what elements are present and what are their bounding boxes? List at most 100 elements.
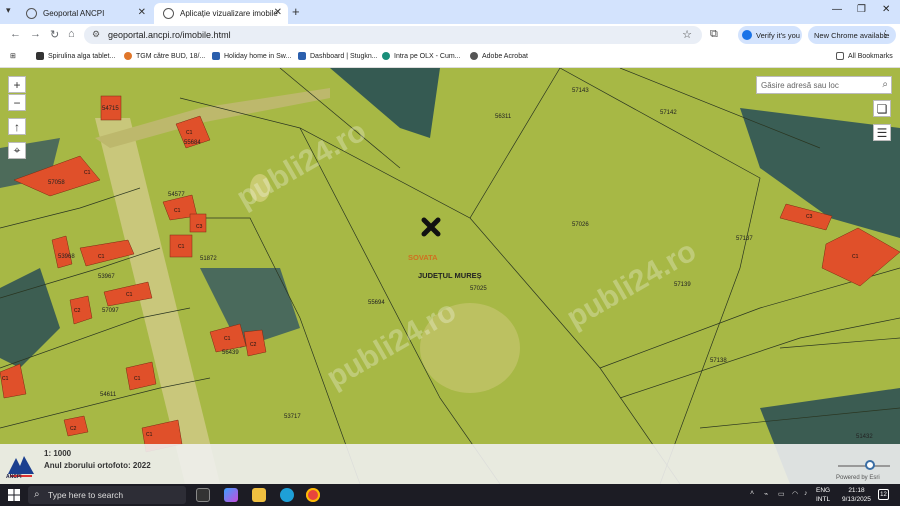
bare-field xyxy=(420,303,520,393)
address-bar[interactable]: ⚙ geoportal.ancpi.ro/imobile.html ☆ xyxy=(84,26,702,44)
windows-start-icon[interactable] xyxy=(8,489,20,501)
all-bookmarks-label: All Bookmarks xyxy=(848,52,893,60)
parcel-label: 57058 xyxy=(48,180,65,186)
parcel-label: 53968 xyxy=(58,254,75,260)
new-tab-button[interactable]: + xyxy=(292,4,300,19)
parcel-label: 56439 xyxy=(222,350,239,356)
notifications-icon[interactable]: 12 xyxy=(878,489,889,500)
tab-active[interactable]: Aplicație vizualizare imobile ✕ xyxy=(154,3,288,24)
close-icon[interactable]: ✕ xyxy=(274,7,282,18)
wifi-icon[interactable]: ◠ xyxy=(792,490,798,498)
tab-label: Geoportal ANCPI xyxy=(43,9,105,18)
url-text: geoportal.ancpi.ro/imobile.html xyxy=(108,30,231,40)
bookmark-label: Intra pe OLX - Cum... xyxy=(394,52,461,60)
building-label: C2 xyxy=(74,308,81,314)
home-icon[interactable]: ⌂ xyxy=(68,28,75,40)
bookmark-label: TGM către BUD, 18/... xyxy=(136,52,206,60)
parcel-label: 57138 xyxy=(710,358,727,364)
language-indicator[interactable]: ENG INTL xyxy=(816,486,830,504)
compass-button[interactable]: ↑ xyxy=(8,118,26,135)
slider-knob[interactable] xyxy=(865,460,875,470)
copilot-icon[interactable] xyxy=(224,488,238,502)
bookmark-star-icon[interactable]: ☆ xyxy=(682,28,692,41)
parcel-label: 51432 xyxy=(856,434,873,440)
verify-label: Verify it's you xyxy=(756,30,800,40)
parcel-label: 57142 xyxy=(660,110,677,116)
restore-icon[interactable]: ❐ xyxy=(857,4,866,15)
logo-label: ANCPI xyxy=(6,474,22,480)
tab-search-icon[interactable]: ▾ xyxy=(6,5,11,16)
parcel-label: 56311 xyxy=(495,114,512,120)
building-label: C1 xyxy=(186,130,193,136)
minimize-icon[interactable]: — xyxy=(832,4,842,15)
bookmark-item[interactable]: Spirulina alga tablet... xyxy=(36,52,115,60)
powered-by[interactable]: Powered by Esri xyxy=(836,475,880,481)
edge-icon[interactable] xyxy=(280,488,294,502)
zoom-in-button[interactable]: + xyxy=(8,76,26,93)
lang-code: ENG xyxy=(816,487,831,494)
cadastral-map[interactable]: C1 C1 C1 C3 C1 C1 C1 C2 C1 C2 C1 C1 C2 C… xyxy=(0,68,900,484)
county-label: JUDEȚUL MUREȘ xyxy=(418,271,482,280)
map-info-bar: ANCPI 1: 1000 Anul zborului ortofoto: 20… xyxy=(0,444,900,484)
new-chrome-button[interactable]: New Chrome available ⋮ xyxy=(808,26,896,44)
building-label: C3 xyxy=(196,224,203,230)
tray-chevron-icon[interactable]: ˄ xyxy=(750,490,754,497)
clock[interactable]: 21:18 9/13/2025 xyxy=(842,486,871,504)
layers-button[interactable]: ❏ xyxy=(873,100,891,117)
back-icon[interactable]: ← xyxy=(10,28,21,40)
legend-button[interactable]: ☰ xyxy=(873,124,891,141)
task-view-icon[interactable] xyxy=(196,488,210,502)
window-close-icon[interactable]: ✕ xyxy=(882,4,890,15)
close-icon[interactable]: ✕ xyxy=(138,7,146,18)
search-icon[interactable]: ⌕ xyxy=(882,79,888,90)
browser-chrome: ▾ Geoportal ANCPI ✕ Aplicație vizualizar… xyxy=(0,0,900,68)
volume-icon[interactable]: ♪ xyxy=(804,490,808,497)
verify-button[interactable]: Verify it's you xyxy=(738,26,802,44)
zoom-out-button[interactable]: − xyxy=(8,94,26,111)
map-view[interactable]: C1 C1 C1 C3 C1 C1 C1 C2 C1 C2 C1 C1 C2 C… xyxy=(0,68,900,484)
bookmarks-bar: ⊞ Spirulina alga tablet... TGM către BUD… xyxy=(0,46,900,68)
chrome-icon[interactable] xyxy=(306,488,320,502)
opacity-slider[interactable] xyxy=(838,465,890,467)
globe-icon xyxy=(26,8,37,19)
parcel-label: 53717 xyxy=(284,414,301,420)
globe-icon xyxy=(163,8,174,19)
search-icon: ⌕ xyxy=(34,489,40,500)
bookmark-item[interactable]: Adobe Acrobat xyxy=(470,52,528,60)
locality-label: SOVATA xyxy=(408,253,438,262)
taskbar-search[interactable]: ⌕ Type here to search xyxy=(28,486,186,504)
site-info-icon[interactable]: ⚙ xyxy=(92,29,100,40)
profile-icon xyxy=(742,30,752,40)
parcel-label: 51872 xyxy=(200,256,217,262)
menu-dots-icon: ⋮ xyxy=(881,29,890,39)
bookmark-item[interactable]: Dashboard | Stugkn... xyxy=(298,52,378,60)
file-explorer-icon[interactable] xyxy=(252,488,266,502)
battery-icon[interactable]: ▭ xyxy=(778,490,785,498)
ortho-year: Anul zborului ortofoto: 2022 xyxy=(44,461,151,470)
forward-icon[interactable]: → xyxy=(30,28,41,40)
bare-field xyxy=(250,174,270,202)
bookmark-item[interactable]: Holiday home in Sw... xyxy=(212,52,291,60)
parcel-label: 57143 xyxy=(572,88,589,94)
time: 21:18 xyxy=(848,487,865,494)
bookmark-item[interactable]: Intra pe OLX - Cum... xyxy=(382,52,461,60)
parcel-label: 55694 xyxy=(368,300,385,306)
bookmark-label: Dashboard | Stugkn... xyxy=(310,52,378,60)
extensions-icon[interactable]: ⧉ xyxy=(710,28,718,41)
apps-icon[interactable]: ⊞ xyxy=(10,52,16,60)
tab-geoportal[interactable]: Geoportal ANCPI ✕ xyxy=(17,3,152,24)
parcel-label: 57139 xyxy=(674,282,691,288)
bookmark-label: Holiday home in Sw... xyxy=(224,52,292,60)
address-search[interactable]: Găsire adresă sau loc ⌕ xyxy=(756,76,892,94)
parcel-label: 53967 xyxy=(98,274,115,280)
parcel-label: 54577 xyxy=(168,192,185,198)
reload-icon[interactable]: ↻ xyxy=(50,28,59,41)
parcel-label: 57025 xyxy=(470,286,487,292)
network-icon[interactable]: ⌁ xyxy=(764,490,768,498)
parcel-label: 57097 xyxy=(102,308,119,314)
bookmark-label: Spirulina alga tablet... xyxy=(48,52,116,60)
all-bookmarks[interactable]: All Bookmarks xyxy=(836,52,893,60)
building-label: C3 xyxy=(806,214,813,220)
bookmark-item[interactable]: TGM către BUD, 18/... xyxy=(124,52,205,60)
locate-button[interactable]: ⌖ xyxy=(8,142,26,159)
